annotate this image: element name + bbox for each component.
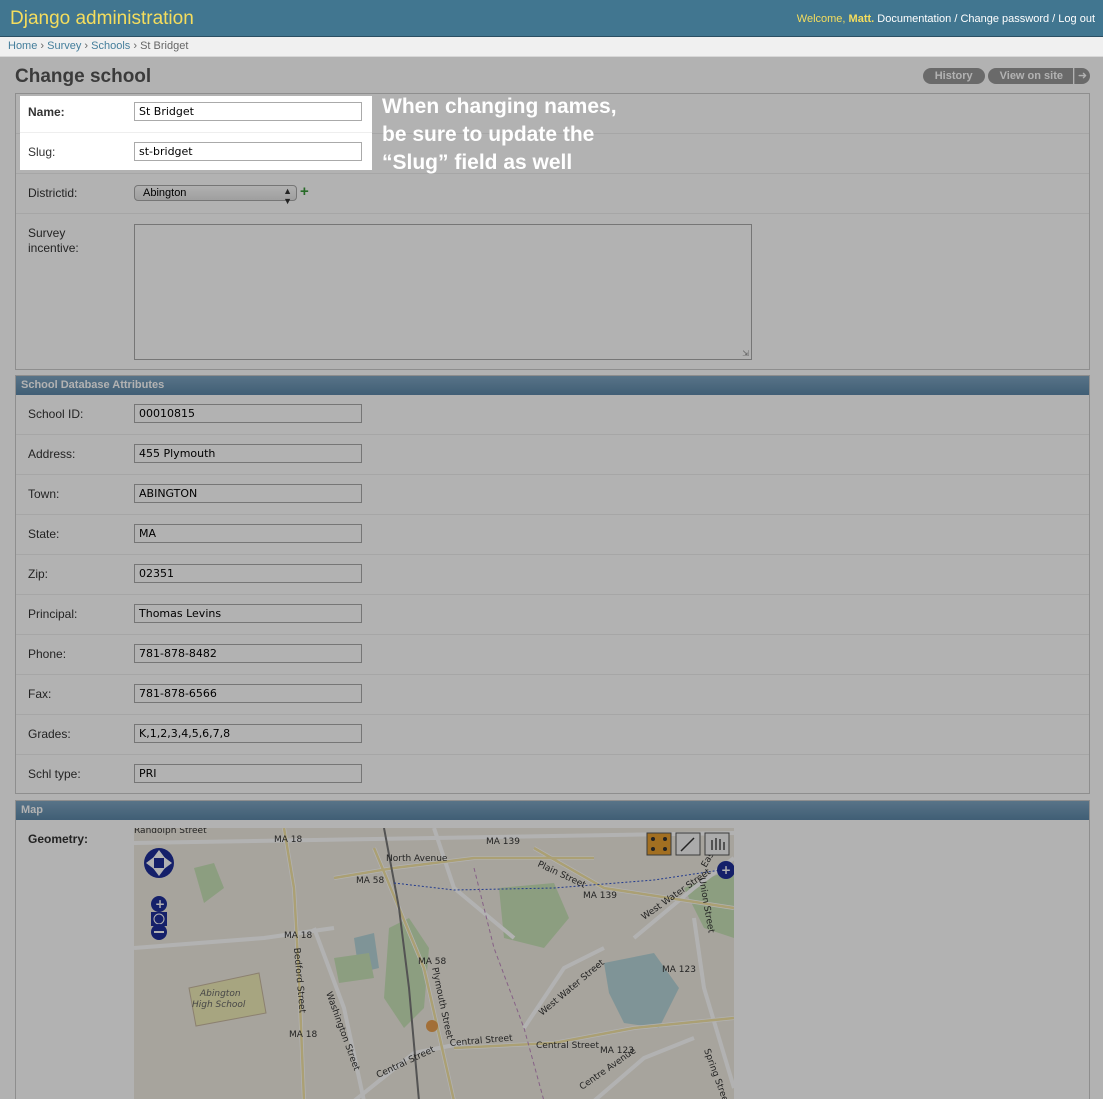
map-label: MA 58	[418, 957, 447, 967]
history-button[interactable]: History	[922, 68, 985, 84]
fax-row: Fax: 781-878-6566	[16, 675, 1089, 715]
map-canvas[interactable]: Randolph Street MA 18 MA 139 North Avenu…	[134, 828, 734, 1099]
slug-input-highlight[interactable]: st-bridget	[134, 142, 362, 161]
school-id-row: School ID: 00010815	[16, 395, 1089, 435]
field-label: Fax:	[28, 687, 52, 701]
page-title: Change school	[15, 66, 152, 87]
map-label: North Avenue	[386, 854, 448, 864]
user-tools: Welcome, Matt. Documentation / Change pa…	[796, 13, 1095, 25]
field-label: Principal:	[28, 607, 78, 621]
change-password-link[interactable]: Change password	[960, 13, 1049, 25]
field-label: Address:	[28, 447, 76, 461]
field-label: Schl type:	[28, 767, 81, 781]
zoom-world-icon[interactable]	[151, 912, 167, 926]
annotation-text: When changing names, be sure to update t…	[382, 95, 617, 174]
map-label: MA 18	[289, 1030, 318, 1040]
modify-feature-icon[interactable]	[675, 832, 701, 856]
arrow-right-icon[interactable]: ➜	[1074, 68, 1090, 84]
documentation-link[interactable]: Documentation	[877, 13, 951, 25]
map-label: Abington	[199, 989, 241, 999]
survey-incentive-label: Survey incentive:	[28, 226, 79, 255]
breadcrumb-schools[interactable]: Schools	[91, 40, 130, 52]
slug-label-highlight: Slug:	[28, 145, 56, 159]
grades-row: Grades: K,1,2,3,4,5,6,7,8	[16, 715, 1089, 755]
zip-row: Zip: 02351	[16, 555, 1089, 595]
principal-input[interactable]: Thomas Levins	[134, 604, 362, 623]
park-area	[334, 953, 374, 983]
username: Matt.	[848, 13, 875, 25]
site-branding: Django administration	[10, 8, 194, 29]
highlight-box: Name: St Bridget Slug: st-bridget	[20, 96, 372, 170]
field-label: Zip:	[28, 567, 49, 581]
geometry-map[interactable]: Randolph Street MA 18 MA 139 North Avenu…	[134, 828, 734, 1099]
field-label: Town:	[28, 487, 60, 501]
districtid-label: Districtid:	[28, 186, 78, 200]
pan-control[interactable]	[144, 848, 174, 878]
town-row: Town: ABINGTON	[16, 475, 1089, 515]
name-input-highlight[interactable]: St Bridget	[134, 102, 362, 121]
map-label: MA 18	[284, 931, 313, 941]
school-id-input[interactable]: 00010815	[134, 404, 362, 423]
breadcrumb: Home › Survey › Schools › St Bridget	[0, 37, 1103, 57]
view-on-site-button[interactable]: View on site	[987, 68, 1073, 84]
zoom-out-icon[interactable]	[151, 924, 167, 940]
object-tools: History View on site ➜	[922, 68, 1090, 84]
field-label: Phone:	[28, 647, 67, 661]
field-label: School ID:	[28, 407, 84, 421]
principal-row: Principal: Thomas Levins	[16, 595, 1089, 635]
breadcrumb-home[interactable]: Home	[8, 40, 37, 52]
districtid-select[interactable]: Abington ▲ ▼	[134, 185, 297, 206]
select-arrows-icon: ▲ ▼	[283, 186, 292, 206]
svg-text:+: +	[721, 863, 731, 877]
breadcrumb-current: St Bridget	[140, 40, 189, 52]
phone-row: Phone: 781-878-8482	[16, 635, 1089, 675]
zip-input[interactable]: 02351	[134, 564, 362, 583]
map-label: MA 139	[486, 837, 520, 847]
resize-grip-icon[interactable]: ⇲	[742, 349, 749, 358]
phone-input[interactable]: 781-878-8482	[134, 644, 362, 663]
field-label: State:	[28, 527, 60, 541]
field-label: Grades:	[28, 727, 71, 741]
state-input[interactable]: MA	[134, 524, 362, 543]
db-attributes-fieldset: School Database Attributes School ID: 000…	[15, 375, 1090, 794]
db-fields: School ID: 00010815 Address: 455 Plymouth …	[16, 395, 1089, 795]
map-fieldset: Map Geometry: Randolph Street MA 18 MA 1…	[15, 800, 1090, 1099]
draw-point-icon[interactable]	[646, 832, 672, 856]
pan-hand-icon[interactable]	[704, 832, 730, 856]
map-label: Central Street	[536, 1041, 599, 1051]
db-section-title: School Database Attributes	[16, 376, 1089, 395]
svg-text:+: +	[155, 897, 165, 911]
school-marker-icon[interactable]	[426, 1020, 438, 1032]
map-label: MA 18	[274, 835, 303, 845]
map-label: MA 58	[356, 876, 385, 886]
map-label: MA 139	[583, 891, 617, 901]
fax-input[interactable]: 781-878-6566	[134, 684, 362, 703]
schl-type-input[interactable]: PRI	[134, 764, 362, 783]
town-input[interactable]: ABINGTON	[134, 484, 362, 503]
map-label: Randolph Street	[134, 828, 207, 836]
geometry-label: Geometry:	[28, 832, 89, 846]
name-label-highlight: Name:	[28, 105, 65, 119]
address-row: Address: 455 Plymouth	[16, 435, 1089, 475]
survey-incentive-textarea[interactable]: ⇲	[134, 224, 752, 360]
map-label: High School	[192, 1000, 246, 1010]
map-section-title: Map	[16, 801, 1089, 820]
header: Django administration Welcome, Matt. Doc…	[0, 0, 1103, 37]
breadcrumb-survey[interactable]: Survey	[47, 40, 81, 52]
address-input[interactable]: 455 Plymouth	[134, 444, 362, 463]
schl-type-row: Schl type: PRI	[16, 755, 1089, 795]
grades-input[interactable]: K,1,2,3,4,5,6,7,8	[134, 724, 362, 743]
logout-link[interactable]: Log out	[1058, 13, 1095, 25]
zoom-in-icon[interactable]: +	[151, 896, 167, 912]
districtid-row: Districtid: Abington ▲ ▼ +	[16, 174, 1089, 214]
survey-incentive-row: Survey incentive: ⇲	[16, 214, 1089, 371]
state-row: State: MA	[16, 515, 1089, 555]
add-district-icon[interactable]: +	[300, 184, 312, 199]
map-label: MA 123	[662, 965, 696, 975]
